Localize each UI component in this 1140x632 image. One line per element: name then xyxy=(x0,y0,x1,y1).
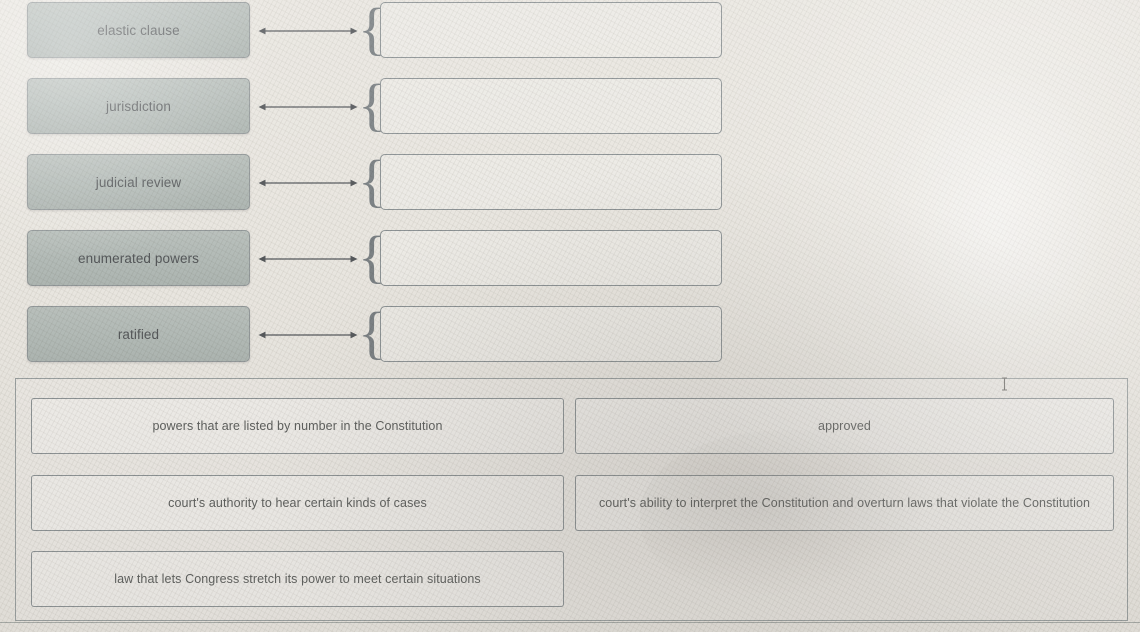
brace-glyph-2: { xyxy=(358,72,386,137)
term-label: jurisdiction xyxy=(106,98,171,114)
brace-glyph-5: { xyxy=(358,300,386,365)
match-row: judicial review { xyxy=(0,148,1140,213)
term-label: enumerated powers xyxy=(77,250,200,266)
double-headed-arrow-icon xyxy=(258,99,358,115)
answer-option[interactable]: court's authority to hear certain kinds … xyxy=(31,475,564,531)
match-row: enumerated powers { xyxy=(0,224,1140,289)
answer-option[interactable]: approved xyxy=(575,398,1114,454)
double-headed-arrow-icon xyxy=(258,175,358,191)
term-label: ratified xyxy=(117,326,160,342)
double-headed-arrow-icon xyxy=(258,251,358,267)
answer-drop-zone-2[interactable] xyxy=(380,78,722,134)
match-row: elastic clause { xyxy=(0,0,1140,61)
answer-option[interactable]: court's ability to interpret the Constit… xyxy=(575,475,1114,531)
match-row: ratified { xyxy=(0,300,1140,365)
answer-drop-zone-3[interactable] xyxy=(380,154,722,210)
brace-glyph-3: { xyxy=(358,148,386,213)
answer-bank: powers that are listed by number in the … xyxy=(15,378,1128,621)
brace-glyph-4: { xyxy=(358,224,386,289)
term-box-1[interactable]: elastic clause xyxy=(27,2,250,58)
answer-option[interactable]: law that lets Congress stretch its power… xyxy=(31,551,564,607)
term-label: elastic clause xyxy=(97,22,180,38)
term-box-4[interactable]: enumerated powers xyxy=(27,230,250,286)
term-label: judicial review xyxy=(95,174,182,190)
term-box-3[interactable]: judicial review xyxy=(27,154,250,210)
match-row: jurisdiction { xyxy=(0,72,1140,137)
answer-drop-zone-5[interactable] xyxy=(380,306,722,362)
brace-glyph-1: { xyxy=(358,0,386,61)
double-headed-arrow-icon xyxy=(258,327,358,343)
term-box-2[interactable]: jurisdiction xyxy=(27,78,250,134)
page-divider-rule xyxy=(0,622,1140,623)
answer-drop-zone-1[interactable] xyxy=(380,2,722,58)
term-box-5[interactable]: ratified xyxy=(27,306,250,362)
text-cursor-icon xyxy=(1000,377,1009,391)
double-headed-arrow-icon xyxy=(258,23,358,39)
answer-option[interactable]: powers that are listed by number in the … xyxy=(31,398,564,454)
answer-drop-zone-4[interactable] xyxy=(380,230,722,286)
matching-pairs-area: elastic clause { jurisdiction {judicial… xyxy=(0,0,1140,372)
